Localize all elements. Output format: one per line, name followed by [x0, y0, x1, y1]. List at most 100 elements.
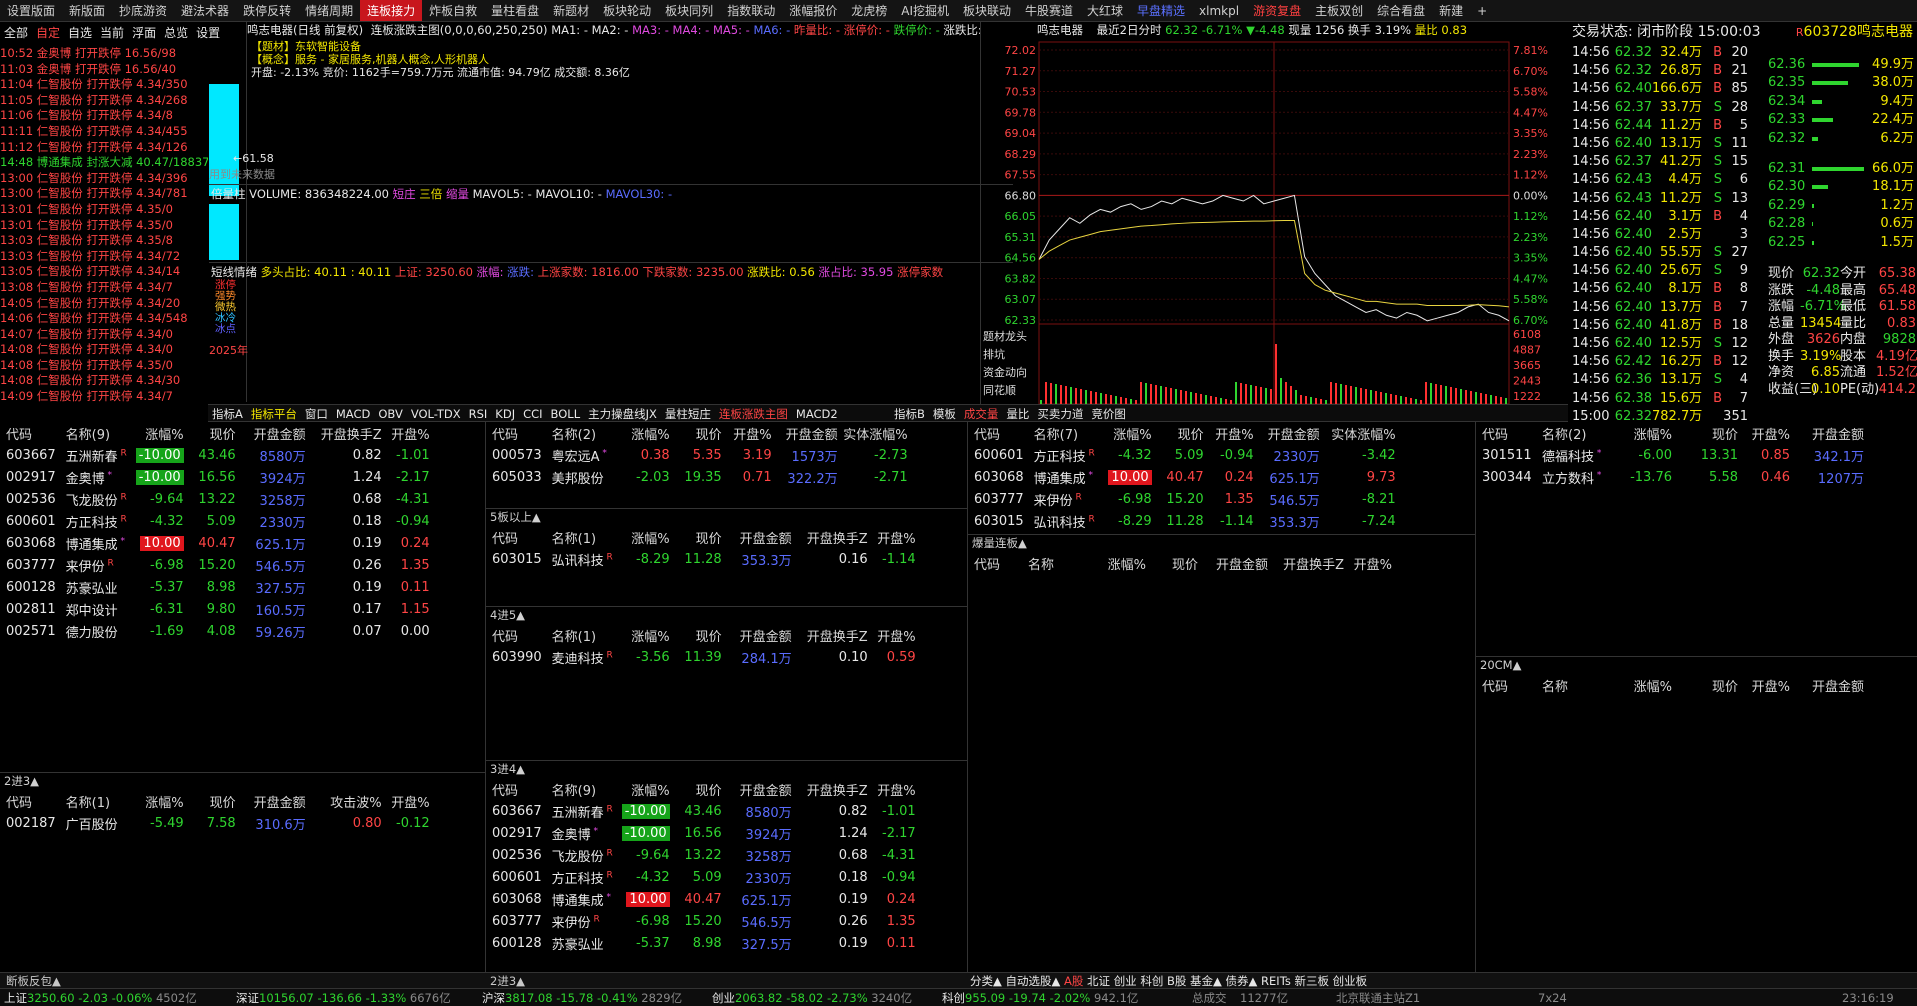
feed-item[interactable]: 13:08 仁智股份 打开跌停 4.34/7 — [0, 280, 208, 296]
column-header[interactable]: 名称 — [1536, 674, 1616, 696]
column-header[interactable]: 名称(1) — [546, 624, 622, 646]
menu-item[interactable]: xlmkpl — [1192, 0, 1246, 21]
market-tab[interactable]: 债券▲ — [1226, 974, 1262, 988]
table-row[interactable]: 603667 五洲新春 R -10.00 43.46 8580万 0.82 -1.01 — [0, 444, 434, 466]
column-header[interactable]: 开盘% — [1208, 422, 1258, 444]
kline-chart-panel[interactable]: 鸣志电器(日线 前复权) 连板涨跌主图(0,0,0,60,250,250) MA… — [209, 22, 1013, 402]
column-header[interactable]: 代码 — [968, 422, 1028, 444]
feed-item[interactable]: 14:05 仁智股份 打开跌停 4.34/20 — [0, 296, 208, 312]
feed-filter-tab[interactable]: 全部 — [0, 24, 32, 42]
column-header[interactable]: 现价 — [674, 624, 726, 646]
market-tab[interactable]: 科创 — [1140, 974, 1167, 988]
column-header[interactable]: 开盘% — [872, 526, 920, 548]
table-row[interactable]: 002571 德力股份 -1.69 4.08 59.26万 0.07 0.00 — [0, 620, 434, 642]
menu-item[interactable]: 炸板自救 — [422, 0, 484, 21]
table-row[interactable]: 603990 麦迪科技 R -3.56 11.39 284.1万 0.10 0.59 — [486, 646, 920, 668]
indicator-tab[interactable]: 主力操盘线JX — [584, 407, 661, 421]
menu-item[interactable]: 指数联动 — [720, 0, 782, 21]
feed-item[interactable]: 11:06 仁智股份 打开跌停 4.34/8 — [0, 108, 208, 124]
indicator-tab[interactable]: VOL-TDX — [407, 407, 465, 421]
menu-item[interactable]: 主板双创 — [1308, 0, 1370, 21]
column-header[interactable]: 开盘% — [872, 624, 920, 646]
feed-item[interactable]: 13:00 仁智股份 打开跌停 4.34/396 — [0, 171, 208, 187]
menu-item[interactable]: 涨幅报价 — [782, 0, 844, 21]
table-row[interactable]: 603777 来伊份 R -6.98 15.20 546.5万 0.26 1.35 — [0, 554, 434, 576]
menu-item[interactable]: 抄底游资 — [112, 0, 174, 21]
index-quote[interactable]: 科创955.09 -19.74 -2.02% 942.1亿 — [942, 989, 1138, 1006]
column-header[interactable]: 开盘金额 — [240, 422, 310, 444]
table-row[interactable]: 603068 博通集成 * 10.00 40.47 625.1万 0.19 0.24 — [0, 532, 434, 554]
feed-item[interactable]: 14:08 仁智股份 打开跌停 4.34/30 — [0, 373, 208, 389]
add-tab-icon[interactable]: + — [1470, 0, 1494, 21]
table-row[interactable]: 002187 广百股份 -5.49 7.58 310.6万 0.80 -0.12 — [0, 812, 434, 834]
column-header[interactable]: 涨幅% — [1616, 674, 1676, 696]
feed-filter-tab[interactable]: 设置 — [192, 24, 224, 42]
table-row[interactable]: 301511 德福科技 * -6.00 13.31 0.85 342.1万 — [1476, 444, 1868, 466]
column-header[interactable]: 名称(1) — [546, 526, 622, 548]
column-header[interactable]: 开盘% — [1348, 552, 1396, 574]
column-header[interactable]: 现价 — [674, 526, 726, 548]
column-header[interactable]: 涨幅% — [1616, 422, 1676, 444]
indicator-tab[interactable]: 连板涨跌主图 — [715, 407, 792, 421]
column-header[interactable]: 开盘换手Z — [796, 624, 872, 646]
feed-item[interactable]: 13:01 仁智股份 打开跌停 4.35/0 — [0, 202, 208, 218]
column-header[interactable]: 开盘金额 — [726, 526, 796, 548]
column-header[interactable]: 开盘金额 — [726, 778, 796, 800]
column-header[interactable]: 代码 — [486, 624, 546, 646]
market-tab[interactable]: B股 — [1167, 974, 1190, 988]
menu-item[interactable]: 情绪周期 — [298, 0, 360, 21]
feed-item[interactable]: 14:09 仁智股份 打开跌停 4.34/7 — [0, 389, 208, 405]
column-header[interactable]: 现价 — [1676, 674, 1742, 696]
column-header[interactable]: 代码 — [1476, 422, 1536, 444]
market-tab[interactable]: 基金▲ — [1190, 974, 1226, 988]
column-header[interactable]: 涨幅% — [1098, 552, 1150, 574]
column-header[interactable]: 名称(9) — [546, 778, 622, 800]
column-header[interactable]: 代码 — [968, 552, 1022, 574]
column-header[interactable]: 涨幅% — [1104, 422, 1156, 444]
column-header[interactable]: 现价 — [1150, 552, 1202, 574]
column-header[interactable]: 涨幅% — [136, 790, 188, 812]
table-row[interactable]: 603015 弘讯科技 R -8.29 11.28 353.3万 0.16 -1.14 — [486, 548, 920, 570]
column-header[interactable]: 涨幅% — [622, 526, 674, 548]
table-row[interactable]: 002917 金奥博 * -10.00 16.56 3924万 1.24 -2.17 — [0, 466, 434, 488]
feed-item[interactable]: 13:05 仁智股份 打开跌停 4.34/14 — [0, 264, 208, 280]
menu-item[interactable]: 牛股赛道 — [1018, 0, 1080, 21]
market-tab[interactable]: 分类▲ — [970, 974, 1006, 988]
feed-item[interactable]: 13:03 仁智股份 打开跌停 4.35/8 — [0, 233, 208, 249]
indicator-tab[interactable]: 买卖力道 — [1033, 407, 1087, 421]
market-tab[interactable]: 创业板 — [1333, 974, 1368, 988]
table-row[interactable]: 603777 来伊份 R -6.98 15.20 546.5万 0.26 1.35 — [486, 910, 920, 932]
indicator-tab[interactable]: MACD — [332, 407, 374, 421]
column-header[interactable]: 涨幅% — [622, 422, 674, 444]
table-row[interactable]: 603777 来伊份 R -6.98 15.20 1.35 546.5万 -8.21 — [968, 488, 1400, 510]
feed-item[interactable]: 11:05 仁智股份 打开跌停 4.34/268 — [0, 93, 208, 109]
menu-item[interactable]: 新建 — [1432, 0, 1470, 21]
column-header[interactable]: 涨幅% — [622, 778, 674, 800]
side-tab[interactable]: 题材龙头 — [983, 329, 1027, 343]
section-2to3-bottom[interactable]: 2进3▲ — [490, 973, 525, 988]
column-header[interactable]: 现价 — [188, 790, 240, 812]
column-header[interactable]: 开盘% — [726, 422, 776, 444]
table-row[interactable]: 002536 飞龙股份 R -9.64 13.22 3258万 0.68 -4.31 — [486, 844, 920, 866]
column-header[interactable]: 开盘% — [872, 778, 920, 800]
side-tab[interactable]: 同花顺 — [983, 384, 1016, 397]
menu-item[interactable]: 板块轮动 — [596, 0, 658, 21]
section-broken-reverse[interactable]: 断板反包▲ — [6, 973, 61, 988]
column-header[interactable]: 名称(2) — [546, 422, 622, 444]
column-header[interactable]: 开盘金额 — [1794, 422, 1868, 444]
column-header[interactable]: 开盘金额 — [776, 422, 842, 444]
menu-item[interactable]: 新版面 — [62, 0, 112, 21]
index-quote[interactable]: 上证3250.60 -2.03 -0.06% 4502亿 — [4, 989, 197, 1006]
column-header[interactable]: 名称(1) — [60, 790, 136, 812]
menu-item[interactable]: 综合看盘 — [1370, 0, 1432, 21]
table-row[interactable]: 605033 美邦股份 -2.03 19.35 0.71 322.2万 -2.71 — [486, 466, 912, 488]
column-header[interactable]: 名称(7) — [1028, 422, 1104, 444]
menu-item[interactable]: 大红球 — [1080, 0, 1130, 21]
menu-item[interactable]: 游资复盘 — [1246, 0, 1308, 21]
table-row[interactable]: 002536 飞龙股份 R -9.64 13.22 3258万 0.68 -4.31 — [0, 488, 434, 510]
market-tab[interactable]: REITs — [1261, 974, 1294, 988]
column-header[interactable]: 开盘金额 — [726, 624, 796, 646]
feed-filter-tab[interactable]: 自定 — [32, 24, 64, 42]
table-row[interactable]: 002917 金奥博 * -10.00 16.56 3924万 1.24 -2.17 — [486, 822, 920, 844]
column-header[interactable]: 开盘金额 — [1258, 422, 1324, 444]
